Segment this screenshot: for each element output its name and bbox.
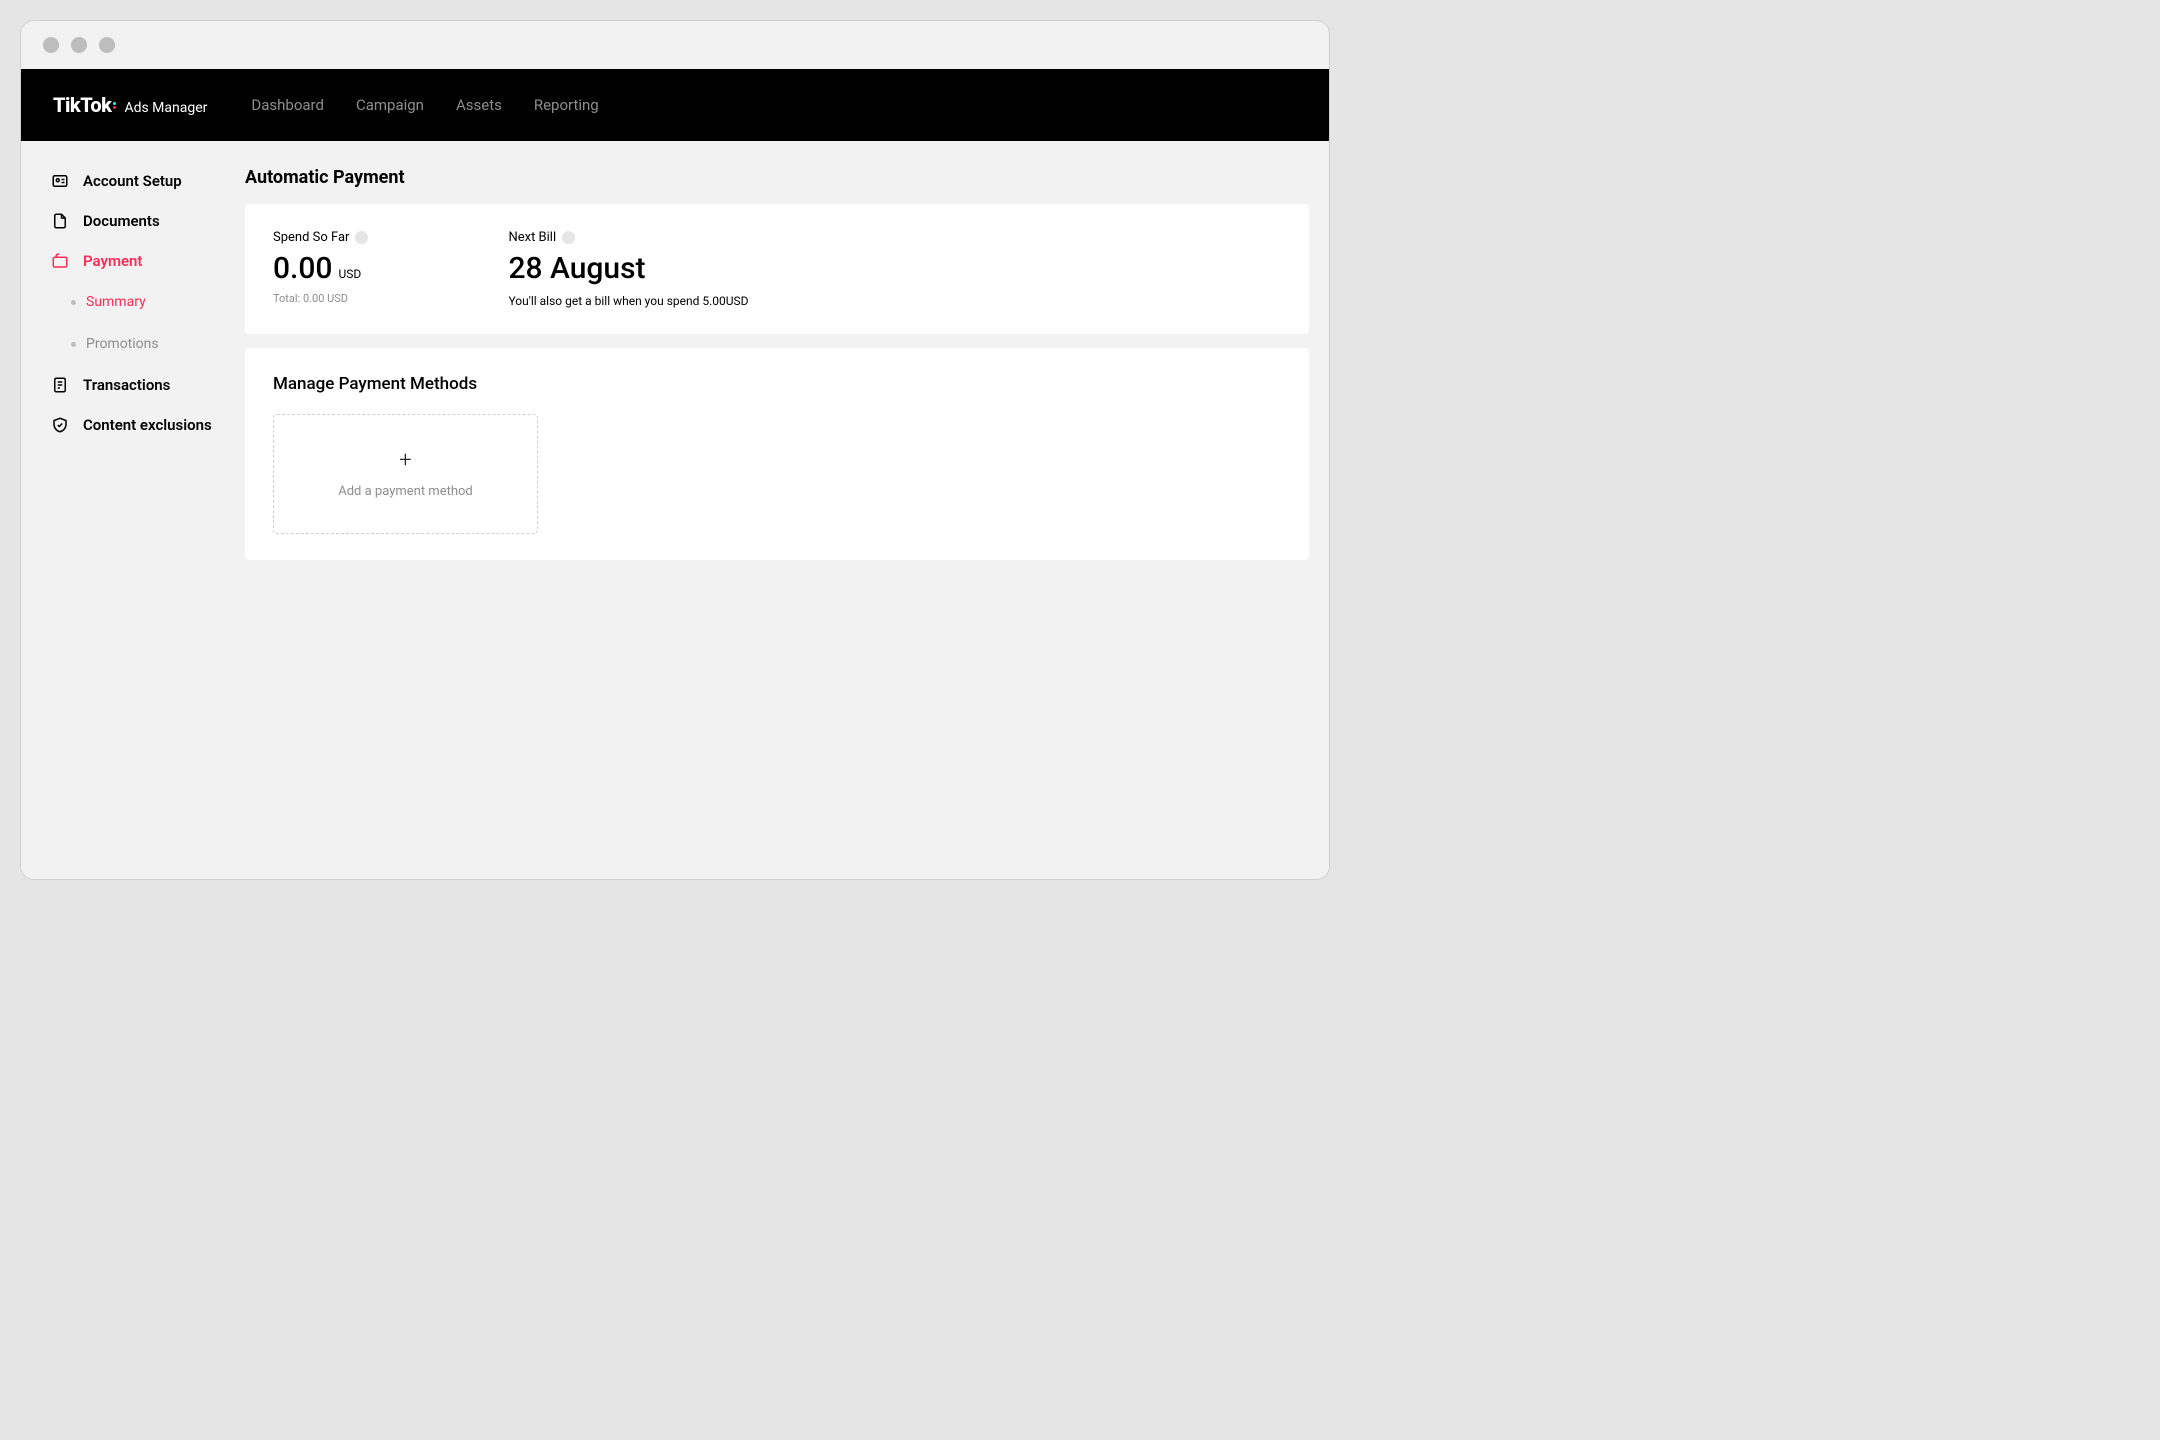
nav-campaign[interactable]: Campaign [356,96,424,114]
brand-name-text: TikTok [53,93,111,117]
sidebar: Account Setup Documents Payment Summary … [21,141,241,879]
payment-methods-card: Manage Payment Methods + Add a payment m… [245,348,1309,560]
sidebar-subitem-label: Promotions [86,336,159,352]
wallet-icon [51,252,69,270]
sidebar-item-transactions[interactable]: Transactions [21,365,241,405]
brand-logo[interactable]: TikTok Ads Manager [53,93,207,117]
sidebar-item-label: Content exclusions [83,416,212,434]
plus-icon: + [399,450,411,472]
sidebar-item-content-exclusions[interactable]: Content exclusions [21,405,241,445]
document-icon [51,212,69,230]
nav-reporting[interactable]: Reporting [534,96,599,114]
next-bill-label: Next Bill [508,230,556,245]
next-bill-value: 28 August [508,251,748,286]
spend-value: 0.00 [273,251,333,286]
sidebar-item-label: Account Setup [83,172,182,190]
body-area: Account Setup Documents Payment Summary … [21,141,1329,879]
sidebar-item-documents[interactable]: Documents [21,201,241,241]
window-chrome [21,21,1329,69]
spend-metric: Spend So Far 0.00 USD Total: 0.00 USD [273,230,368,308]
sidebar-item-label: Documents [83,212,160,230]
browser-window: TikTok Ads Manager Dashboard Campaign As… [20,20,1330,880]
window-dot-maximize[interactable] [99,37,115,53]
spend-label: Spend So Far [273,230,349,245]
next-bill-note: You'll also get a bill when you spend 5.… [508,294,748,308]
shield-icon [51,416,69,434]
sidebar-subitem-label: Summary [86,294,146,310]
tiktok-logo-dots-icon [113,102,116,109]
sidebar-item-account-setup[interactable]: Account Setup [21,161,241,201]
next-bill-label-row: Next Bill [508,230,748,245]
add-payment-label: Add a payment method [338,484,473,499]
spend-unit: USD [339,267,362,281]
next-bill-metric: Next Bill 28 August You'll also get a bi… [508,230,748,308]
help-icon[interactable] [562,231,575,244]
spend-value-row: 0.00 USD [273,251,368,286]
top-nav: TikTok Ads Manager Dashboard Campaign As… [21,69,1329,141]
receipt-icon [51,376,69,394]
spend-total: Total: 0.00 USD [273,292,368,305]
brand-suffix: Ads Manager [124,100,207,116]
sidebar-item-payment[interactable]: Payment [21,241,241,281]
nav-links: Dashboard Campaign Assets Reporting [251,96,598,114]
help-icon[interactable] [355,231,368,244]
sidebar-subitem-summary[interactable]: Summary [21,281,241,323]
bullet-icon [71,342,76,347]
sidebar-item-label: Transactions [83,376,170,394]
brand-name: TikTok [53,93,116,117]
main-content: Automatic Payment Spend So Far 0.00 USD … [241,141,1329,879]
metrics-row: Spend So Far 0.00 USD Total: 0.00 USD Ne… [273,230,1281,308]
payment-methods-title: Manage Payment Methods [273,374,1281,394]
window-dot-close[interactable] [43,37,59,53]
nav-dashboard[interactable]: Dashboard [251,96,324,114]
sidebar-subitem-promotions[interactable]: Promotions [21,323,241,365]
id-card-icon [51,172,69,190]
sidebar-item-label: Payment [83,252,142,270]
nav-assets[interactable]: Assets [456,96,502,114]
bullet-icon [71,300,76,305]
window-dot-minimize[interactable] [71,37,87,53]
spend-label-row: Spend So Far [273,230,368,245]
page-title: Automatic Payment [245,167,1309,188]
billing-summary-card: Spend So Far 0.00 USD Total: 0.00 USD Ne… [245,204,1309,334]
add-payment-method-button[interactable]: + Add a payment method [273,414,538,534]
